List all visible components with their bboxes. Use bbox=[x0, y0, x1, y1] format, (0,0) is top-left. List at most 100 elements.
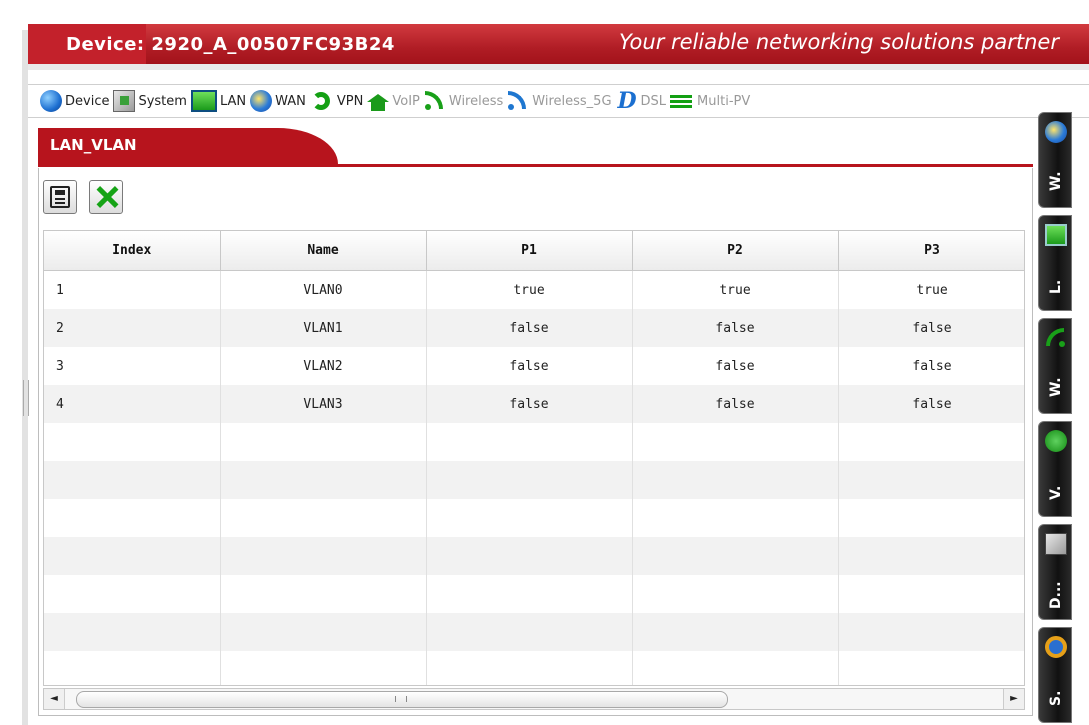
page-tab-area: LAN_VLAN bbox=[38, 128, 1033, 168]
nav-label: Wireless bbox=[448, 93, 504, 109]
column-header-p1[interactable]: P1 bbox=[426, 231, 633, 271]
page-tab-underline bbox=[38, 164, 1033, 167]
save-icon bbox=[50, 186, 70, 208]
device-title: Device: 2920_A_00507FC93B24 bbox=[66, 34, 395, 55]
lan-icon bbox=[1045, 224, 1067, 246]
side-tab-label: L. bbox=[1048, 279, 1064, 294]
page-title: LAN_VLAN bbox=[50, 136, 137, 154]
scroll-right-arrow[interactable]: ► bbox=[1003, 689, 1024, 709]
cell-p2: true bbox=[632, 270, 839, 309]
empty-row bbox=[44, 651, 1024, 685]
wireless-icon bbox=[424, 90, 446, 112]
table-row[interactable]: 2 VLAN1 false false false bbox=[44, 309, 1024, 347]
cell-index: 3 bbox=[44, 347, 221, 385]
cell-p3: false bbox=[838, 385, 1024, 423]
page-tab: LAN_VLAN bbox=[38, 128, 338, 164]
nav-label: VPN bbox=[336, 93, 364, 109]
empty-row bbox=[44, 575, 1024, 613]
left-rail bbox=[0, 0, 22, 725]
side-tab-system[interactable]: S. bbox=[1038, 627, 1072, 723]
wan-icon bbox=[1045, 121, 1067, 143]
diagnostics-icon bbox=[1045, 533, 1067, 555]
table-row[interactable]: 1 VLAN0 true true true bbox=[44, 270, 1024, 309]
table-row[interactable]: 3 VLAN2 false false false bbox=[44, 347, 1024, 385]
empty-row bbox=[44, 613, 1024, 651]
table-row[interactable]: 4 VLAN3 false false false bbox=[44, 385, 1024, 423]
nav-item-wireless-5g[interactable]: Wireless_5G bbox=[507, 90, 612, 112]
cell-p3: true bbox=[838, 270, 1024, 309]
side-tab-wan[interactable]: W. bbox=[1038, 112, 1072, 208]
voip-house-icon bbox=[367, 90, 390, 112]
horizontal-scrollbar[interactable]: ◄ ► bbox=[43, 688, 1025, 710]
cell-p1: false bbox=[426, 309, 633, 347]
tools-button[interactable] bbox=[89, 180, 123, 214]
globe-icon bbox=[40, 90, 62, 112]
slogan: Your reliable networking solutions partn… bbox=[619, 30, 1059, 54]
cell-p2: false bbox=[632, 309, 839, 347]
cell-p3: false bbox=[838, 309, 1024, 347]
splitter-grip[interactable] bbox=[23, 380, 29, 416]
vpn-icon bbox=[310, 90, 334, 112]
cell-p1: false bbox=[426, 347, 633, 385]
side-tab-label: W. bbox=[1048, 171, 1064, 191]
column-header-index[interactable]: Index bbox=[44, 231, 221, 271]
side-tab-voip[interactable]: V. bbox=[1038, 421, 1072, 517]
column-header-name[interactable]: Name bbox=[220, 231, 427, 271]
cell-index: 2 bbox=[44, 309, 221, 347]
cell-p1: true bbox=[426, 270, 633, 309]
lan-monitor-icon bbox=[190, 90, 217, 112]
side-tab-wireless[interactable]: W. bbox=[1038, 318, 1072, 414]
table-header-row: Index Name P1 P2 P3 bbox=[44, 231, 1024, 271]
nav-item-multi-pvc[interactable]: Multi-PV bbox=[670, 90, 750, 112]
empty-row bbox=[44, 499, 1024, 537]
scroll-thumb[interactable] bbox=[76, 691, 728, 708]
cell-name: VLAN1 bbox=[220, 309, 427, 347]
system-settings-icon bbox=[1045, 636, 1067, 658]
cell-index: 1 bbox=[44, 270, 221, 309]
nav-label: LAN bbox=[219, 93, 247, 109]
side-tab-diagnostics[interactable]: D... bbox=[1038, 524, 1072, 620]
header-shadow bbox=[28, 64, 1089, 70]
cell-p2: false bbox=[632, 385, 839, 423]
cell-name: VLAN0 bbox=[220, 270, 427, 309]
save-button[interactable] bbox=[43, 180, 77, 214]
wan-globe-icon bbox=[250, 90, 273, 112]
nav-item-device[interactable]: Device bbox=[40, 90, 109, 112]
cell-p1: false bbox=[426, 385, 633, 423]
nav-label: DSL bbox=[640, 93, 667, 109]
side-tab-label: D... bbox=[1048, 581, 1064, 609]
empty-row bbox=[44, 461, 1024, 499]
collapse-splitter[interactable] bbox=[22, 30, 29, 725]
right-side-tabs: W. L. W. V. D... S. bbox=[1036, 112, 1089, 725]
nav-label: WAN bbox=[275, 93, 306, 109]
empty-row bbox=[44, 537, 1024, 575]
nav-item-vpn[interactable]: VPN bbox=[310, 90, 363, 112]
nav-item-wireless[interactable]: Wireless bbox=[424, 90, 503, 112]
app-header: Device: 2920_A_00507FC93B24 Your reliabl… bbox=[28, 24, 1089, 64]
nav-label: Wireless_5G bbox=[532, 93, 612, 109]
side-tab-label: V. bbox=[1048, 485, 1064, 500]
nav-item-dsl[interactable]: DSL bbox=[616, 88, 667, 114]
cell-p3: false bbox=[838, 347, 1024, 385]
nav-item-system[interactable]: System bbox=[113, 90, 187, 112]
cell-index: 4 bbox=[44, 385, 221, 423]
system-icon bbox=[113, 90, 136, 112]
vlan-table: Index Name P1 P2 P3 1 VLAN0 true true tr… bbox=[44, 231, 1024, 685]
nav-item-wan[interactable]: WAN bbox=[250, 90, 306, 112]
voip-icon bbox=[1045, 430, 1067, 452]
column-header-p3[interactable]: P3 bbox=[838, 231, 1024, 271]
empty-row bbox=[44, 423, 1024, 461]
nav-item-voip[interactable]: VoIP bbox=[367, 90, 420, 112]
cell-name: VLAN3 bbox=[220, 385, 427, 423]
nav-item-lan[interactable]: LAN bbox=[190, 90, 247, 112]
scroll-left-arrow[interactable]: ◄ bbox=[44, 689, 65, 709]
column-header-p2[interactable]: P2 bbox=[632, 231, 839, 271]
side-tab-lan[interactable]: L. bbox=[1038, 215, 1072, 311]
toolbar bbox=[43, 180, 135, 216]
cell-name: VLAN2 bbox=[220, 347, 427, 385]
tools-icon bbox=[94, 184, 120, 210]
wireless-5g-icon bbox=[507, 90, 529, 112]
multi-pvc-icon bbox=[670, 90, 694, 112]
content-panel: Index Name P1 P2 P3 1 VLAN0 true true tr… bbox=[38, 168, 1033, 716]
vlan-grid: Index Name P1 P2 P3 1 VLAN0 true true tr… bbox=[43, 230, 1025, 686]
